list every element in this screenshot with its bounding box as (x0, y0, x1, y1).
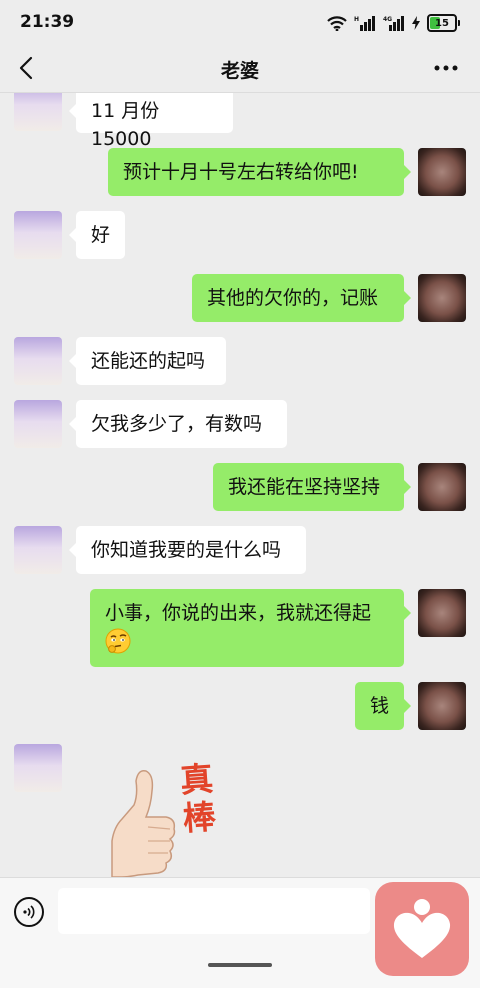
battery-icon: 15 (427, 14, 457, 32)
contact-avatar[interactable] (14, 211, 62, 259)
charging-icon (412, 16, 420, 30)
message-input[interactable] (58, 888, 370, 934)
message-bubble-received[interactable]: 11 月份 15000 (69, 93, 233, 150)
more-dots-icon (434, 65, 458, 71)
message-bubble-received[interactable]: 还能还的起吗 (69, 337, 226, 385)
chat-area[interactable]: 11 月份 15000 预计十月十号左右转给你吧! 好 其他的欠你的，记账 还能… (0, 93, 480, 877)
contact-avatar[interactable] (14, 93, 62, 131)
thumbs-up-sticker[interactable]: 真棒 (82, 758, 232, 877)
signal-4g-icon: 4G (383, 16, 404, 31)
home-indicator[interactable] (208, 963, 272, 967)
status-bar: 21:39 H 4G 15 (0, 0, 480, 44)
voice-icon (23, 905, 35, 919)
message-bubble-received[interactable]: 你知道我要的是什么吗 (69, 526, 306, 574)
svg-text:4G: 4G (383, 16, 392, 23)
my-avatar[interactable] (418, 463, 466, 511)
message-bubble-sent[interactable]: 钱 (355, 682, 411, 730)
message-bubble-sent[interactable]: 其他的欠你的，记账 (192, 274, 411, 322)
sticker-caption: 真棒 (178, 758, 218, 839)
status-icons: H 4G 15 (327, 13, 460, 33)
message-bubble-sent[interactable]: 小事，你说的出来，我就还得起 (90, 589, 411, 667)
thumbs-up-icon (111, 769, 176, 877)
message-bubble-received[interactable]: 好 (69, 211, 125, 259)
heart-person-icon (393, 899, 451, 958)
heart-app-icon[interactable] (375, 882, 469, 976)
my-avatar[interactable] (418, 589, 466, 637)
status-time: 21:39 (20, 12, 75, 32)
thinking-face-icon (105, 628, 131, 654)
message-bubble-sent[interactable]: 我还能在坚持坚持 (213, 463, 411, 511)
chat-header: 老婆 (0, 44, 480, 93)
contact-avatar[interactable] (14, 337, 62, 385)
chat-title: 老婆 (220, 60, 259, 82)
wifi-icon (327, 16, 347, 31)
signal-icon: H (354, 16, 375, 31)
message-bubble-sent[interactable]: 预计十月十号左右转给你吧! (108, 148, 411, 196)
input-bar (0, 877, 480, 988)
contact-avatar[interactable] (14, 400, 62, 448)
my-avatar[interactable] (418, 148, 466, 196)
message-bubble-received[interactable]: 欠我多少了，有数吗 (69, 400, 287, 448)
voice-input-button[interactable] (14, 897, 44, 927)
my-avatar[interactable] (418, 682, 466, 730)
contact-avatar[interactable] (14, 526, 62, 574)
my-avatar[interactable] (418, 274, 466, 322)
contact-avatar[interactable] (14, 744, 62, 792)
svg-text:H: H (354, 16, 359, 23)
more-button[interactable] (426, 52, 466, 84)
